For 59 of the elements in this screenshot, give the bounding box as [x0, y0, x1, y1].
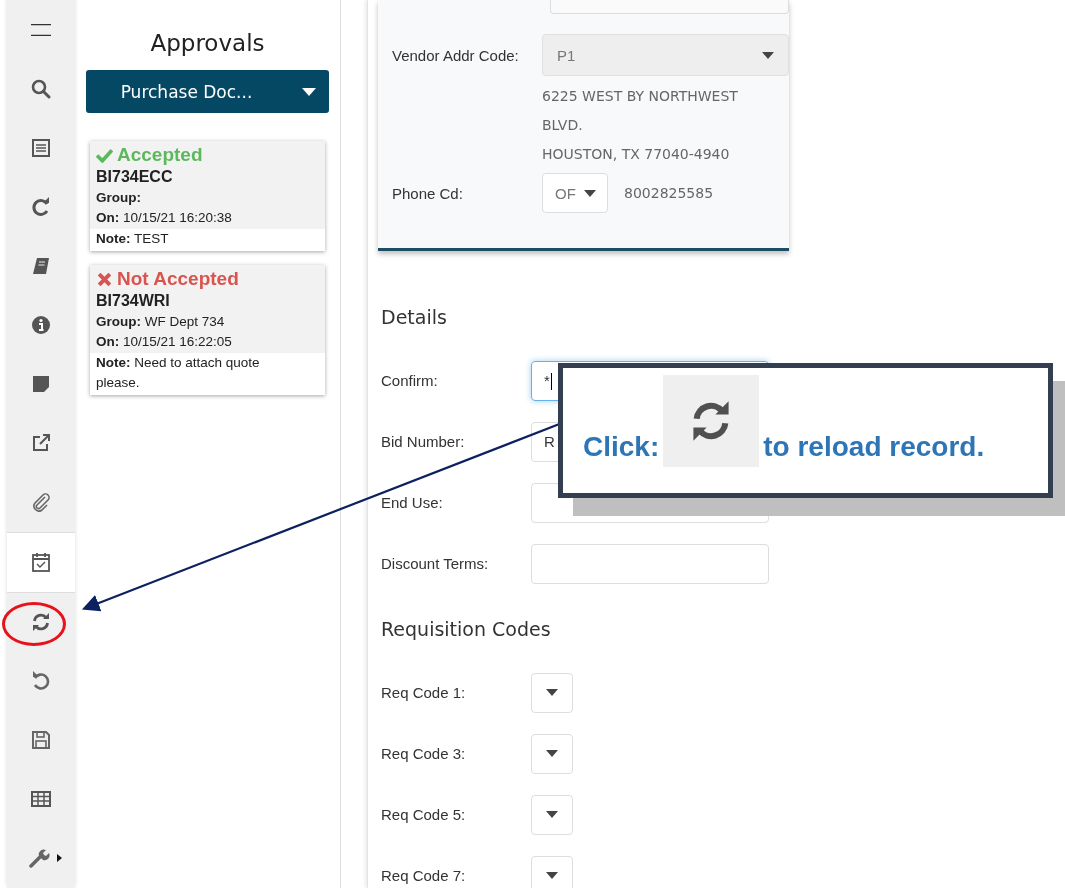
status-label: Not Accepted — [117, 268, 239, 290]
caret-icon — [583, 189, 596, 197]
field-label: Req Code 7: — [381, 867, 467, 884]
vendor-addr-select[interactable]: P1 — [542, 34, 789, 76]
req-code-select[interactable] — [531, 855, 573, 888]
external-link-icon — [31, 432, 51, 453]
caret-icon — [546, 811, 558, 818]
wrench-caret-icon — [29, 848, 63, 869]
field-label: Confirm: — [381, 372, 439, 389]
sticky-note-icon — [31, 373, 51, 394]
book-icon — [31, 255, 51, 276]
status-label: Accepted — [117, 144, 203, 166]
callout-text: to reload record. — [763, 431, 985, 463]
input-field[interactable] — [550, 0, 789, 14]
caret-icon — [546, 689, 558, 696]
date-line: On: 10/15/21 16:20:38 — [96, 209, 233, 227]
phone-code-select[interactable]: OF — [542, 173, 608, 213]
panel-title: Approvals — [150, 30, 265, 56]
field-label: Bid Number: — [381, 433, 466, 450]
address-line: BLVD. — [542, 116, 584, 135]
field-label: End Use: — [381, 494, 444, 511]
caret-icon — [302, 87, 317, 96]
save-icon — [31, 730, 51, 751]
document-code: BI734WRI — [96, 292, 171, 310]
req-code-select[interactable] — [531, 794, 573, 835]
info-icon — [31, 314, 51, 335]
caret-icon — [546, 872, 558, 879]
section-heading: Requisition Codes — [381, 618, 552, 640]
callout-text: Click: — [583, 431, 660, 463]
sidebar-item[interactable] — [7, 531, 75, 593]
req-code-select[interactable] — [531, 672, 573, 713]
date-line: On: 10/15/21 16:22:05 — [96, 333, 233, 351]
document-code: BI734ECC — [96, 168, 174, 186]
caret-icon — [546, 750, 558, 757]
redo-icon — [31, 196, 51, 217]
input-field[interactable] — [531, 543, 769, 584]
req-code-select[interactable] — [531, 733, 573, 774]
field-label: Req Code 3: — [381, 745, 467, 762]
field-label: Phone Cd: — [392, 184, 464, 202]
field-label: Discount Terms: — [381, 555, 490, 572]
field-label: Req Code 1: — [381, 684, 467, 701]
group-line: Group: — [96, 189, 142, 207]
caret-icon — [762, 51, 774, 59]
section-heading: Details — [381, 306, 448, 328]
field-label: Vendor Addr Code: — [392, 46, 520, 64]
search-icon — [31, 78, 51, 99]
field-label: Req Code 5: — [381, 806, 467, 823]
phone-number: 8002825585 — [624, 185, 714, 201]
calendar-check-icon — [31, 552, 51, 573]
table-icon — [31, 789, 51, 810]
refresh-icon — [31, 612, 51, 633]
group-line: Group: WF Dept 734 — [96, 313, 226, 331]
paperclip-icon — [31, 492, 51, 513]
address-line: 6225 WEST BY NORTHWEST — [542, 87, 739, 106]
undo-icon — [31, 671, 51, 692]
address-line: HOUSTON, TX 77040-4940 — [542, 145, 731, 164]
highlight-ellipse — [2, 601, 66, 646]
document-type-dropdown[interactable]: Purchase Doc... — [86, 70, 329, 113]
notepad-icon — [31, 137, 51, 158]
